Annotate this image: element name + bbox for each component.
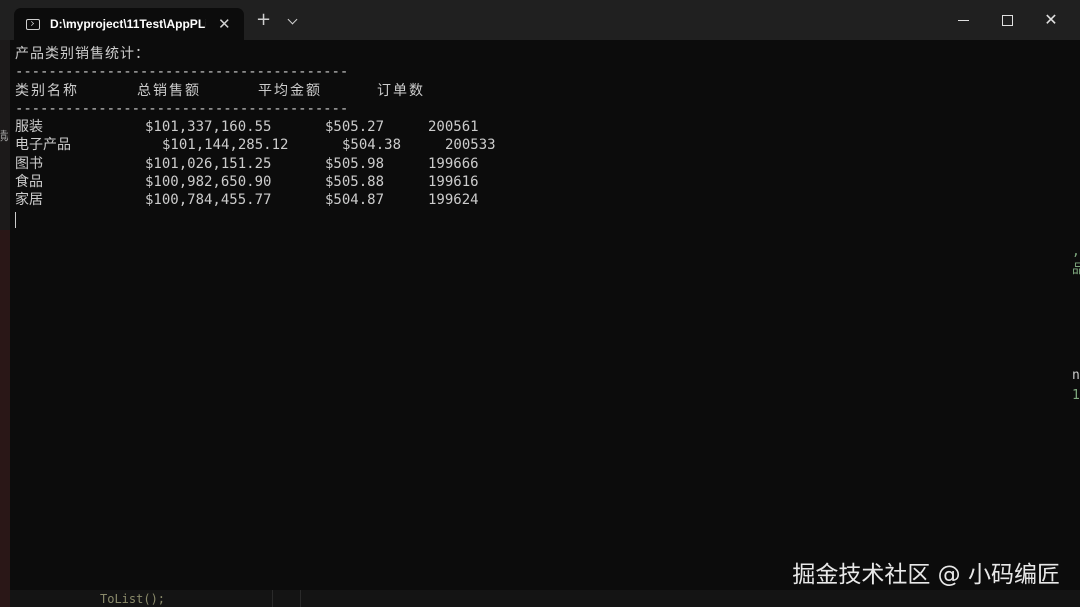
maximize-button[interactable] <box>984 0 1030 40</box>
close-icon: ✕ <box>1044 10 1058 29</box>
background-char: 1 <box>1072 388 1080 403</box>
order-count: 199624 <box>428 192 479 209</box>
column-header-row: 类别名称 总销售额 平均金额 订单数 <box>15 82 423 100</box>
watermark: 掘金技术社区 @ 小码编匠 <box>792 562 1060 588</box>
console-heading: 产品类别销售统计： <box>15 45 149 63</box>
title-bar: D:\myproject\11Test\AppPLinq ✕ + ✕ <box>0 0 1080 40</box>
new-tab-icon[interactable]: + <box>256 11 271 29</box>
table-row: 服装 $101,337,160.55 $505.27 200561 <box>15 118 479 136</box>
column-header: 平均金额 <box>258 82 322 99</box>
background-char: n <box>1072 368 1080 383</box>
background-code-text: ToList(); <box>100 592 166 606</box>
terminal-window: ToList(); , 品 n 1 勣 D:\myproject\11Test\… <box>0 0 1080 607</box>
total-sales: $100,982,650.90 <box>145 174 272 191</box>
chevron-down-icon[interactable] <box>287 14 298 25</box>
category-name: 食品 <box>15 174 43 191</box>
average-amount: $504.87 <box>325 192 385 209</box>
tab-title: D:\myproject\11Test\AppPLinq <box>50 17 206 31</box>
table-row: 家居 $100,784,455.77 $504.87 199624 <box>15 191 479 209</box>
total-sales: $101,026,151.25 <box>145 155 272 172</box>
total-sales: $100,784,455.77 <box>145 192 272 209</box>
total-sales: $101,144,285.12 <box>162 137 289 154</box>
heading-text: 产品类别销售统计： <box>15 46 150 62</box>
column-header: 订单数 <box>377 82 425 99</box>
category-name: 家居 <box>15 192 43 209</box>
minimize-button[interactable] <box>940 0 986 40</box>
minimize-icon <box>957 19 969 21</box>
column-header: 总销售额 <box>137 82 201 99</box>
order-count: 199666 <box>428 155 479 172</box>
order-count: 200561 <box>428 119 479 136</box>
table-row: 电子产品 $101,144,285.12 $504.38 200533 <box>15 136 496 154</box>
maximize-icon <box>1001 14 1013 26</box>
category-name: 电子产品 <box>15 137 71 154</box>
background-divider <box>272 590 273 607</box>
close-button[interactable]: ✕ <box>1028 0 1074 40</box>
total-sales: $101,337,160.55 <box>145 119 272 136</box>
average-amount: $505.27 <box>325 119 385 136</box>
background-char: 勣 <box>0 129 8 143</box>
separator-line: ---------------------------------------- <box>15 100 348 118</box>
average-amount: $505.98 <box>325 155 385 172</box>
background-editor-bottom <box>10 590 1080 607</box>
background-editor-highlight <box>0 230 10 607</box>
average-amount: $505.88 <box>325 174 385 191</box>
background-divider <box>300 590 301 607</box>
terminal-icon <box>26 18 40 30</box>
table-row: 图书 $101,026,151.25 $505.98 199666 <box>15 155 479 173</box>
separator-text: ---------------------------------------- <box>15 100 349 117</box>
background-char: , <box>1072 244 1080 259</box>
text-cursor <box>15 211 16 228</box>
background-char: 品 <box>1072 262 1080 277</box>
separator-text: ---------------------------------------- <box>15 64 349 81</box>
order-count: 199616 <box>428 174 479 191</box>
average-amount: $504.38 <box>342 137 402 154</box>
table-row: 食品 $100,982,650.90 $505.88 199616 <box>15 173 479 191</box>
prompt-line[interactable] <box>15 210 66 228</box>
tab-close-icon[interactable]: ✕ <box>218 16 231 32</box>
order-count: 200533 <box>445 137 496 154</box>
category-name: 服装 <box>15 119 43 136</box>
terminal-tab[interactable]: D:\myproject\11Test\AppPLinq ✕ <box>14 8 244 40</box>
column-header: 类别名称 <box>15 82 79 99</box>
category-name: 图书 <box>15 155 43 172</box>
console-output[interactable]: 产品类别销售统计： ------------------------------… <box>15 45 496 228</box>
separator-line: ---------------------------------------- <box>15 63 348 81</box>
